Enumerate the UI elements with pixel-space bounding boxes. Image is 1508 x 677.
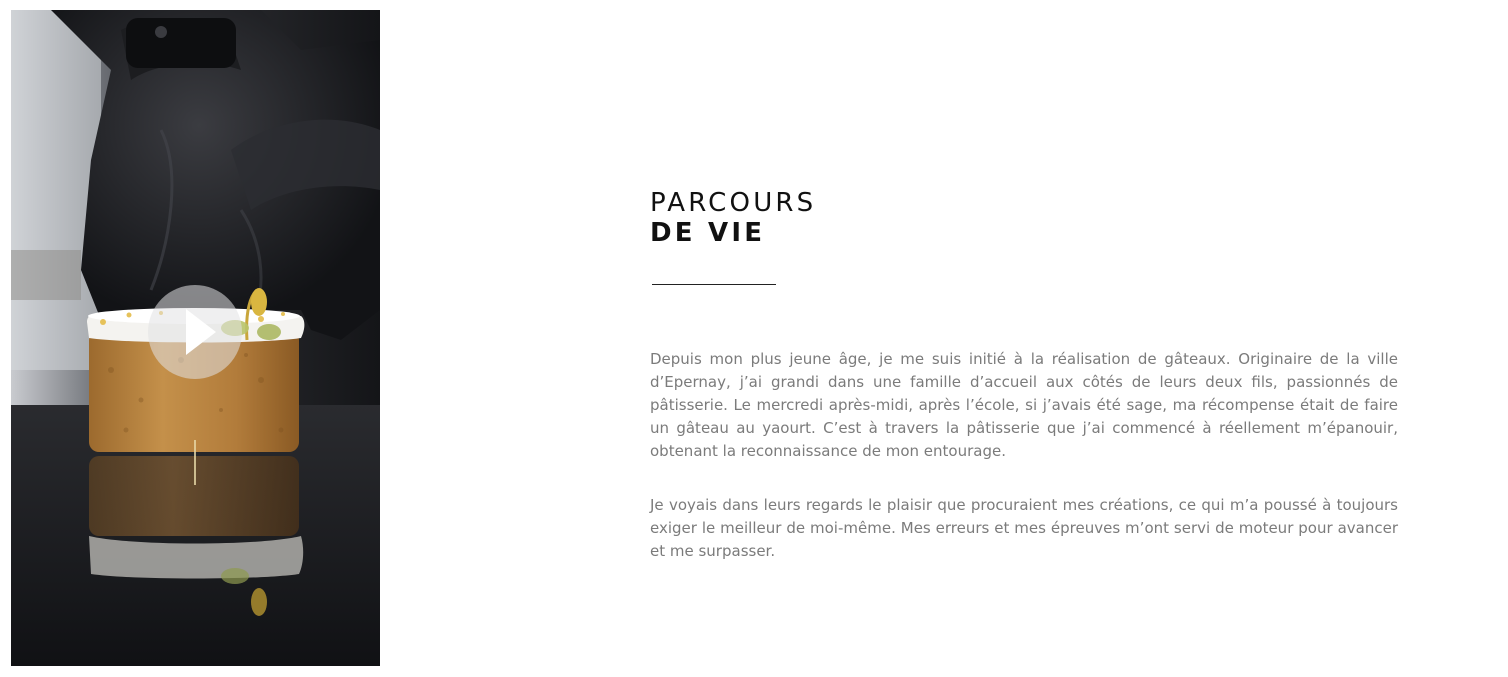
paragraph-2: Je voyais dans leurs regards le plaisir …	[650, 496, 1398, 560]
title-divider	[652, 284, 776, 285]
section-title-line-1: PARCOURS	[650, 188, 817, 218]
section-title: PARCOURS DE VIE	[650, 188, 1398, 248]
play-icon	[186, 309, 216, 355]
play-button[interactable]	[148, 285, 242, 379]
about-section: PARCOURS DE VIE Depuis mon plus jeune âg…	[650, 188, 1398, 560]
video-thumbnail[interactable]	[11, 10, 380, 666]
paragraph-1: Depuis mon plus jeune âge, je me suis in…	[650, 350, 1398, 460]
section-body: Depuis mon plus jeune âge, je me suis in…	[650, 348, 1398, 594]
section-title-line-2: DE VIE	[650, 218, 766, 248]
